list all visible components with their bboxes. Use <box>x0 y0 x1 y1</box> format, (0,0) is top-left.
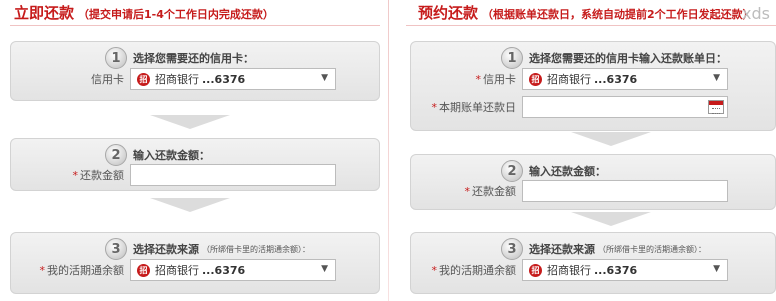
credit-card-label: 信用卡 <box>91 73 124 86</box>
cmb-logo-icon: 招 <box>529 72 542 86</box>
step-number-badge: 3 <box>105 238 127 260</box>
cmb-logo-icon: 招 <box>137 263 150 277</box>
section-header: 预约还款 （根据账单还款日，系统自动提前2个工作日发起还款） <box>418 2 754 22</box>
due-date-input[interactable] <box>522 96 728 118</box>
chevron-down-icon[interactable]: ▼ <box>321 73 328 83</box>
step-title: 选择您需要还的信用卡： <box>133 52 254 65</box>
chevron-down-icon[interactable]: ▼ <box>713 73 720 83</box>
source-row: * 我的活期通余额 招 招商银行 ...6376 ▼ <box>402 259 728 281</box>
amount-label: * 还款金额 <box>464 185 517 198</box>
amount-row: * 还款金额 <box>402 180 728 202</box>
step3-header: 3 选择还款来源 （所绑借卡里的活期通余额）： <box>105 238 310 260</box>
section-subtitle: （根据账单还款日，系统自动提前2个工作日发起还款） <box>482 8 754 21</box>
amount-input[interactable] <box>522 180 728 202</box>
card-number: ...6376 <box>202 72 246 86</box>
cmb-logo-icon: 招 <box>529 263 542 277</box>
down-arrow <box>571 212 651 226</box>
credit-card-select[interactable]: 招 招商银行 ...6376 ▼ <box>130 68 336 90</box>
section-title: 预约还款 <box>418 4 479 22</box>
down-arrow <box>571 132 651 146</box>
credit-card-row: 信用卡 招 招商银行 ...6376 ▼ <box>10 68 336 90</box>
chevron-down-icon[interactable]: ▼ <box>321 264 328 274</box>
step-title: 选择还款来源 <box>529 243 595 256</box>
step2-header: 2 输入还款金额： <box>501 160 606 182</box>
calendar-icon[interactable] <box>708 100 724 114</box>
card-number: ...6376 <box>594 72 638 86</box>
bank-name: 招商银行 <box>547 73 591 86</box>
step3-header: 3 选择还款来源 （所绑借卡里的活期通余额）： <box>501 238 706 260</box>
credit-card-select[interactable]: 招 招商银行 ...6376 ▼ <box>522 68 728 90</box>
instant-repay-column: 立即还款 （提交申请后1-4个工作日内完成还款） 1 选择您需要还的信用卡： 信用… <box>0 0 380 301</box>
step-note: （所绑借卡里的活期通余额）： <box>202 244 310 254</box>
column-divider <box>388 0 389 301</box>
source-row: * 我的活期通余额 招 招商银行 ...6376 ▼ <box>10 259 336 281</box>
amount-row: * 还款金额 <box>10 164 336 186</box>
section-header: 立即还款 （提交申请后1-4个工作日内完成还款） <box>14 2 274 22</box>
step-title: 输入还款金额： <box>529 165 606 178</box>
credit-card-row: * 信用卡 招 招商银行 ...6376 ▼ <box>402 68 728 90</box>
step-number-badge: 1 <box>501 47 523 69</box>
amount-label: * 还款金额 <box>72 169 125 182</box>
cmb-logo-icon: 招 <box>137 72 150 86</box>
step1-header: 1 选择您需要还的信用卡输入还款账单日： <box>501 47 727 69</box>
due-date-row: * 本期账单还款日 <box>402 96 728 118</box>
due-date-label: * 本期账单还款日 <box>431 101 517 114</box>
amount-input[interactable] <box>130 164 336 186</box>
step-number-badge: 1 <box>105 47 127 69</box>
step1-header: 1 选择您需要还的信用卡： <box>105 47 254 69</box>
source-label: * 我的活期通余额 <box>39 264 125 277</box>
watermark-text: xds <box>742 4 770 23</box>
card-number: ...6376 <box>594 263 638 277</box>
down-arrow <box>150 198 230 212</box>
step-title: 选择还款来源 <box>133 243 199 256</box>
step-title: 输入还款金额： <box>133 149 210 162</box>
step-number-badge: 2 <box>105 144 127 166</box>
credit-card-label: * 信用卡 <box>475 73 517 86</box>
bank-name: 招商银行 <box>547 264 591 277</box>
header-rule <box>10 25 380 26</box>
source-select[interactable]: 招 招商银行 ...6376 ▼ <box>130 259 336 281</box>
bank-name: 招商银行 <box>155 73 199 86</box>
bank-name: 招商银行 <box>155 264 199 277</box>
step-number-badge: 2 <box>501 160 523 182</box>
source-label: * 我的活期通余额 <box>431 264 517 277</box>
scheduled-repay-column: 预约还款 （根据账单还款日，系统自动提前2个工作日发起还款） 1 选择您需要还的信… <box>396 0 776 301</box>
header-rule <box>406 25 776 26</box>
step2-header: 2 输入还款金额： <box>105 144 210 166</box>
section-title: 立即还款 <box>14 4 75 22</box>
step-number-badge: 3 <box>501 238 523 260</box>
down-arrow <box>150 115 230 129</box>
chevron-down-icon[interactable]: ▼ <box>713 264 720 274</box>
section-subtitle: （提交申请后1-4个工作日内完成还款） <box>78 8 274 21</box>
source-select[interactable]: 招 招商银行 ...6376 ▼ <box>522 259 728 281</box>
card-number: ...6376 <box>202 263 246 277</box>
step-note: （所绑借卡里的活期通余额）： <box>598 244 706 254</box>
step-title: 选择您需要还的信用卡输入还款账单日： <box>529 52 727 65</box>
